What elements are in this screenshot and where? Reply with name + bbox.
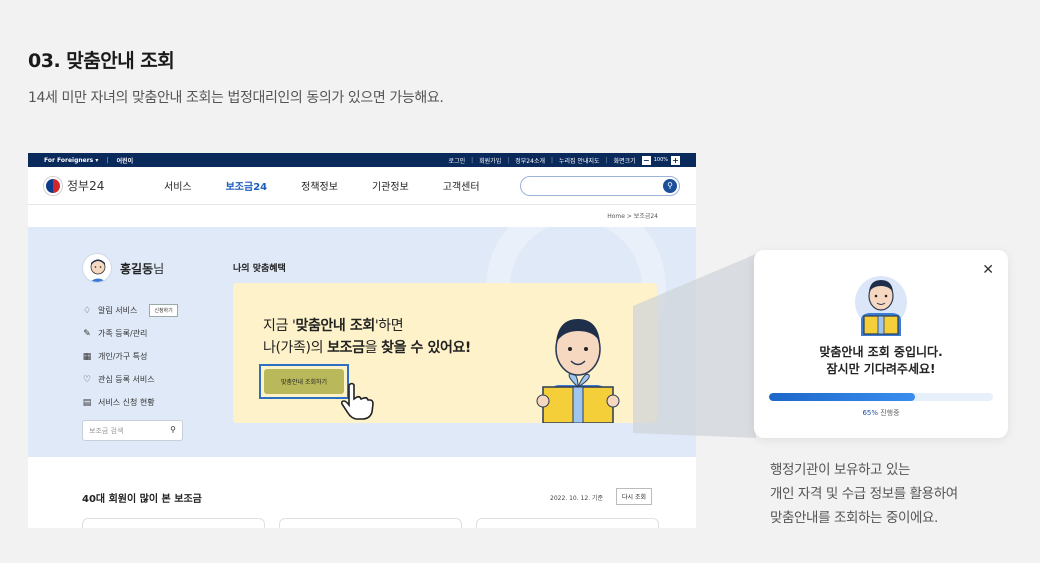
font-size-label: 화면크기 xyxy=(613,157,636,165)
list-item[interactable] xyxy=(82,518,265,528)
nav-item-services[interactable]: 서비스 xyxy=(164,178,192,193)
loading-line-2: 잠시만 기다려주세요! xyxy=(826,362,936,376)
search-icon[interactable]: ⚲ xyxy=(663,178,677,193)
list-item[interactable] xyxy=(279,518,462,528)
description-line: 개인 자격 및 수급 정보를 활용하여 xyxy=(770,486,958,502)
pencil-icon: ✎ xyxy=(83,328,91,339)
progress-status: 진행중 xyxy=(878,409,900,417)
menu-label: 가족 등록/관리 xyxy=(98,329,148,338)
description-line: 행정기관이 보유하고 있는 xyxy=(770,462,911,478)
loading-message: 맞춤안내 조회 중입니다. 잠시만 기다려주세요! xyxy=(754,344,1008,378)
menu-item-alert[interactable]: ♢ 알림 서비스 신청하기 xyxy=(82,299,178,322)
kids-link[interactable]: 어린이 xyxy=(117,156,134,165)
sitemap-link[interactable]: 누리집 안내지도 xyxy=(559,156,600,165)
menu-item-status[interactable]: ▤ 서비스 신청 현황 xyxy=(82,391,178,414)
menu-label: 서비스 신청 현황 xyxy=(98,398,155,407)
zoom-level: 100% xyxy=(653,157,668,163)
progress-fill xyxy=(769,393,915,401)
lookup-button[interactable]: 맞춤안내 조회하기 xyxy=(264,369,344,394)
search-placeholder: 보조금 검색 xyxy=(89,427,124,435)
profile-menu: ♢ 알림 서비스 신청하기 ✎ 가족 등록/관리 ▦ 개인/가구 특성 ♡ 관심… xyxy=(82,299,178,414)
about-link[interactable]: 정부24소개 xyxy=(515,156,545,165)
page-title: 03. 맞춤안내 조회 xyxy=(28,50,175,72)
nav-item-subsidy24[interactable]: 보조금24 xyxy=(226,178,268,193)
menu-label: 알림 서비스 xyxy=(98,306,138,315)
description-line: 맞춤안내를 조회하는 중이에요. xyxy=(770,510,938,526)
user-name: 홍길동님 xyxy=(120,261,165,276)
document-icon: ▤ xyxy=(82,397,92,408)
progress-bar xyxy=(769,393,993,401)
building-icon: ▦ xyxy=(82,351,92,362)
refresh-button[interactable]: 다시 조회 xyxy=(616,488,652,505)
benefit-card: 지금 '맞춤안내 조회'하면 나(가족)의 보조금을 찾을 수 있어요! 맞춤안… xyxy=(233,283,657,424)
subsidy-search-input[interactable]: 보조금 검색 ⚲ xyxy=(82,420,183,441)
lookup-button-highlight: 맞춤안내 조회하기 xyxy=(259,364,349,399)
user-profile: 홍길동님 xyxy=(82,253,164,283)
heart-icon: ♡ xyxy=(82,374,92,385)
site-logo[interactable]: 정부24 xyxy=(44,176,164,195)
menu-label: 개인/가구 특성 xyxy=(98,352,148,361)
site-preview: For Foreigners ▾ | 어린이 로그인 | 회원가입 | 정부24소개… xyxy=(28,153,696,528)
for-foreigners-link[interactable]: For Foreigners ▾ xyxy=(44,157,98,164)
avatar xyxy=(82,253,112,283)
menu-item-household[interactable]: ▦ 개인/가구 특성 xyxy=(82,345,178,368)
nav-item-support[interactable]: 고객센터 xyxy=(443,178,480,193)
hero-section: 홍길동님 ♢ 알림 서비스 신청하기 ✎ 가족 등록/관리 ▦ 개인/가구 특성… xyxy=(28,227,696,457)
nav-item-agency[interactable]: 기관정보 xyxy=(372,178,409,193)
search-icon[interactable]: ⚲ xyxy=(170,425,176,434)
menu-item-interest[interactable]: ♡ 관심 등록 서비스 xyxy=(82,368,178,391)
main-nav: 정부24 서비스 보조금24 정책정보 기관정보 고객센터 ⚲ xyxy=(28,167,696,205)
taegeuk-logo-icon xyxy=(44,176,62,195)
benefit-title: 나의 맞춤혜택 xyxy=(233,264,286,274)
popular-date: 2022. 10. 12. 기준 xyxy=(550,495,604,502)
loading-popup: ✕ 맞춤안내 조회 중입니다. 잠시만 기다려주세요! 65% 진행중 xyxy=(754,250,1008,438)
zoom-out-button[interactable]: − xyxy=(641,155,651,165)
loading-line-1: 맞춤안내 조회 중입니다. xyxy=(819,345,943,359)
apply-chip-button[interactable]: 신청하기 xyxy=(149,304,178,317)
breadcrumb: Home > 보조금24 xyxy=(607,213,658,220)
bell-icon: ♢ xyxy=(82,305,92,316)
character-holding-gift-icon xyxy=(851,272,911,340)
popular-cards xyxy=(82,518,659,528)
page-subtitle: 14세 미만 자녀의 맞춤안내 조회는 법정대리인의 동의가 있으면 가능해요. xyxy=(28,90,444,106)
pointer-hand-icon xyxy=(339,381,375,429)
logo-text: 정부24 xyxy=(67,179,105,193)
progress-text: 65% 진행중 xyxy=(754,408,1008,418)
list-item[interactable] xyxy=(476,518,659,528)
site-search-input[interactable]: ⚲ xyxy=(520,175,680,196)
utility-bar: For Foreigners ▾ | 어린이 로그인 | 회원가입 | 정부24소개… xyxy=(28,153,696,167)
close-icon[interactable]: ✕ xyxy=(982,262,994,278)
description: 행정기관이 보유하고 있는 개인 자격 및 수급 정보를 활용하여 맞춤안내를 … xyxy=(770,458,958,530)
menu-label: 관심 등록 서비스 xyxy=(98,375,155,384)
character-holding-gift-icon xyxy=(533,301,623,427)
progress-percent: 65% xyxy=(862,409,878,417)
login-link[interactable]: 로그인 xyxy=(449,156,466,165)
signup-link[interactable]: 회원가입 xyxy=(479,156,501,165)
menu-item-family[interactable]: ✎ 가족 등록/관리 xyxy=(82,322,178,345)
zoom-in-button[interactable]: + xyxy=(671,155,680,165)
popular-title: 40대 회원이 많이 본 보조금 xyxy=(82,494,202,505)
benefit-message: 지금 '맞춤안내 조회'하면 나(가족)의 보조금을 찾을 수 있어요! xyxy=(263,318,471,356)
nav-item-policy[interactable]: 정책정보 xyxy=(301,178,338,193)
